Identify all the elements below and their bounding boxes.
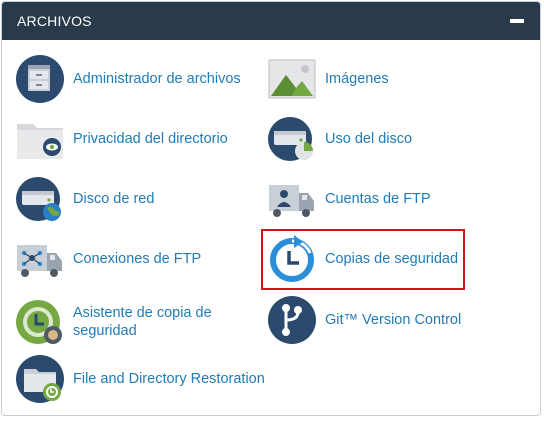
- panel-title: ARCHIVOS: [17, 13, 92, 29]
- item-label: Administrador de archivos: [73, 71, 241, 87]
- item-ftp-accounts[interactable]: Cuentas de FTP: [268, 175, 431, 223]
- git-icon: [268, 296, 316, 344]
- highlight-box: [261, 229, 465, 290]
- item-git-version-control[interactable]: Git™ Version Control: [268, 296, 461, 344]
- file-manager-icon: [16, 55, 64, 103]
- ftp-connections-icon: [17, 245, 62, 277]
- backup-wizard-icon: [16, 300, 62, 344]
- item-web-disk[interactable]: Disco de red: [16, 175, 154, 223]
- collapse-button[interactable]: [510, 14, 524, 28]
- item-file-restoration[interactable]: File and Directory Restoration: [16, 355, 265, 403]
- item-disk-usage[interactable]: Uso del disco: [268, 115, 412, 163]
- item-label: Conexiones de FTP: [73, 251, 202, 267]
- images-icon: [268, 59, 316, 99]
- item-label: Asistente de copia de seguridad: [73, 305, 212, 339]
- file-restoration-icon: [16, 355, 64, 403]
- item-images[interactable]: Imágenes: [268, 55, 389, 103]
- web-disk-icon: [16, 177, 61, 221]
- item-backup-wizard[interactable]: Asistente de copia de seguridad: [16, 298, 241, 346]
- item-label: Cuentas de FTP: [325, 191, 431, 207]
- item-ftp-connections[interactable]: Conexiones de FTP: [16, 235, 201, 283]
- item-label: Disco de red: [73, 191, 155, 207]
- item-label: Privacidad del directorio: [73, 131, 228, 147]
- panel-header: ARCHIVOS: [2, 2, 540, 40]
- ftp-accounts-icon: [269, 185, 314, 217]
- disk-usage-icon: [268, 117, 313, 161]
- item-label: Imágenes: [325, 71, 389, 87]
- item-file-manager[interactable]: Administrador de archivos: [16, 55, 241, 103]
- directory-privacy-icon: [17, 124, 63, 159]
- item-directory-privacy[interactable]: Privacidad del directorio: [16, 115, 228, 163]
- item-label: Git™ Version Control: [325, 312, 462, 328]
- item-label: Uso del disco: [325, 131, 413, 147]
- item-label: File and Directory Restoration: [73, 371, 265, 387]
